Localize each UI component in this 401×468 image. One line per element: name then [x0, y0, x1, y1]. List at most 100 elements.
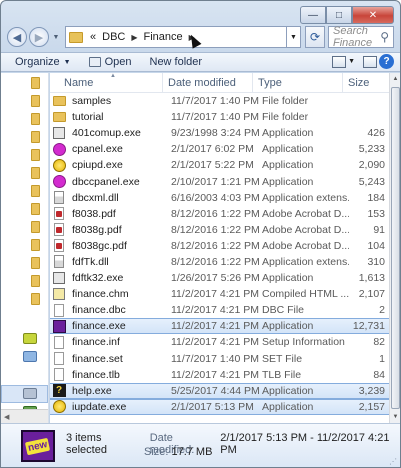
- folder-icon[interactable]: [31, 185, 40, 197]
- file-size: 2: [379, 304, 385, 317]
- open-label: Open: [104, 56, 132, 68]
- folder-icon[interactable]: [31, 203, 40, 215]
- file-row[interactable]: ? help.exe 5/25/2017 4:44 PM Application 3,2…: [50, 382, 389, 399]
- close-button[interactable]: ✕: [352, 6, 394, 24]
- file-name: 401comup.exe: [72, 127, 141, 140]
- column-header-row: ▲ Name Date modified Type Size: [50, 73, 389, 93]
- new-folder-button[interactable]: New folder: [150, 56, 203, 68]
- refresh-button[interactable]: ⟳: [305, 26, 325, 48]
- folder-icon[interactable]: [31, 221, 40, 233]
- breadcrumb-overflow[interactable]: «: [87, 31, 99, 43]
- breadcrumb-dbc[interactable]: DBC: [99, 31, 128, 43]
- back-button[interactable]: ◀: [7, 27, 27, 47]
- column-size-label: Size: [348, 76, 370, 89]
- folder-icon[interactable]: [31, 95, 40, 107]
- forward-button[interactable]: ▶: [29, 27, 49, 47]
- preview-pane-icon[interactable]: [363, 55, 377, 68]
- address-bar[interactable]: « DBC ▶ Finance ▶: [65, 26, 287, 48]
- resize-grip-icon[interactable]: ⋰: [389, 457, 397, 466]
- folder-icon[interactable]: [31, 77, 40, 89]
- file-size: 153: [367, 207, 385, 220]
- folder-icon[interactable]: [31, 293, 40, 305]
- folder-icon[interactable]: [31, 257, 40, 269]
- file-row[interactable]: finance.inf 11/2/2017 4:21 PM Setup Inform…: [50, 334, 389, 350]
- folder-icon[interactable]: [31, 167, 40, 179]
- file-row[interactable]: f8038.pdf 8/12/2016 1:22 PM Adobe Acrobat …: [50, 206, 389, 222]
- file-row[interactable]: f8038g.pdf 8/12/2016 1:22 PM Adobe Acrobat…: [50, 222, 389, 238]
- file-name: dbcxml.dll: [72, 191, 119, 204]
- address-dropdown[interactable]: ▼: [287, 26, 301, 48]
- search-input[interactable]: Search Finance ⚲: [328, 25, 394, 49]
- file-type: Application extens...: [262, 191, 349, 204]
- file-row[interactable]: samples 11/7/2017 1:40 PM File folder: [50, 93, 389, 109]
- file-name: tutorial: [72, 111, 104, 124]
- file-date: 11/2/2017 4:21 PM: [171, 288, 259, 301]
- file-row[interactable]: finance.set 11/7/2017 1:40 PM SET File 1: [50, 351, 389, 367]
- folder-icon[interactable]: [31, 113, 40, 125]
- file-row[interactable]: f8038gc.pdf 8/12/2016 1:22 PM Adobe Acroba…: [50, 238, 389, 254]
- file-type: Setup Information: [262, 336, 345, 349]
- file-size: 310: [367, 255, 385, 268]
- folder-icon[interactable]: [31, 149, 40, 161]
- file-type: Application: [262, 384, 314, 397]
- column-date-modified[interactable]: Date modified: [163, 73, 253, 92]
- file-name: f8038gc.pdf: [72, 239, 127, 252]
- file-size: 1,613: [358, 272, 385, 285]
- change-view-icon[interactable]: [332, 55, 347, 68]
- libraries-icon[interactable]: [23, 333, 37, 344]
- file-type: Application: [262, 320, 314, 333]
- column-type[interactable]: Type: [253, 73, 343, 92]
- file-name: fdfTk.dll: [72, 255, 109, 268]
- document-icon: [52, 352, 66, 366]
- file-row[interactable]: finance.exe 11/2/2017 4:21 PM Application 1…: [50, 318, 389, 335]
- maximize-button[interactable]: □: [326, 6, 352, 24]
- column-name[interactable]: Name: [50, 73, 163, 92]
- minimize-button[interactable]: —: [300, 6, 326, 24]
- file-row[interactable]: finance.tlb 11/2/2017 4:21 PM TLB File 84: [50, 367, 389, 383]
- file-row[interactable]: finance.dbc 11/2/2017 4:21 PM DBC File 2: [50, 302, 389, 318]
- icon-badge-text: new: [25, 437, 51, 455]
- folder-icon: [52, 111, 66, 124]
- file-size: 91: [373, 223, 385, 236]
- details-pane: new 3 items selected Date modified: 2/1/…: [1, 423, 400, 467]
- navigation-pane[interactable]: ◀: [1, 73, 49, 423]
- scroll-down-icon[interactable]: ▼: [390, 411, 400, 423]
- file-type: Adobe Acrobat D...: [262, 223, 349, 236]
- date-modified-value: 2/1/2017 5:13 PM - 11/2/2017 4:21 PM: [220, 432, 390, 456]
- file-row[interactable]: tutorial 11/7/2017 1:40 PM File folder: [50, 109, 389, 125]
- view-options-dropdown[interactable]: ▼: [348, 58, 355, 65]
- file-row[interactable]: finance.chm 11/2/2017 4:21 PM Compiled HTM…: [50, 286, 389, 302]
- organize-button[interactable]: Organize ▼: [15, 56, 71, 68]
- file-row[interactable]: fdftk32.exe 1/26/2017 5:26 PM Application 1…: [50, 270, 389, 286]
- scroll-thumb[interactable]: [391, 87, 400, 409]
- chevron-left-icon[interactable]: ◀: [4, 413, 9, 421]
- column-size[interactable]: Size: [343, 73, 389, 92]
- folder-icon[interactable]: [31, 239, 40, 251]
- file-type: Adobe Acrobat D...: [262, 207, 349, 220]
- computer-icon[interactable]: [23, 351, 37, 362]
- vertical-scrollbar[interactable]: ▲ ▼: [389, 73, 400, 423]
- file-date: 11/2/2017 4:21 PM: [171, 336, 259, 349]
- file-row[interactable]: dbccpanel.exe 2/10/2017 1:21 PM Applicatio…: [50, 173, 389, 189]
- breadcrumb-finance[interactable]: Finance: [141, 31, 186, 43]
- folder-icon[interactable]: [31, 275, 40, 287]
- file-date: 11/2/2017 4:21 PM: [171, 320, 259, 333]
- file-date: 11/7/2017 1:40 PM: [171, 352, 259, 365]
- file-name: fdftk32.exe: [72, 272, 124, 285]
- scroll-up-icon[interactable]: ▲: [390, 73, 400, 85]
- new-app-icon: [52, 319, 66, 333]
- chevron-right-icon[interactable]: ▶: [128, 33, 140, 42]
- file-row[interactable]: dbcxml.dll 6/16/2003 4:03 PM Application e…: [50, 190, 389, 206]
- nav-horizontal-scrollbar[interactable]: ◀: [1, 409, 48, 423]
- file-date: 11/2/2017 4:21 PM: [171, 368, 259, 381]
- open-button[interactable]: Open: [88, 56, 132, 68]
- help-icon[interactable]: ?: [379, 54, 394, 69]
- file-row[interactable]: cpiupd.exe 2/1/2017 5:22 PM Application 2,0…: [50, 157, 389, 173]
- recent-pages-dropdown[interactable]: ▼: [51, 34, 61, 41]
- file-row[interactable]: fdfTk.dll 8/12/2016 1:22 PM Application ex…: [50, 254, 389, 270]
- file-row[interactable]: iupdate.exe 2/1/2017 5:13 PM Application 2,…: [50, 398, 389, 415]
- folder-icon[interactable]: [31, 131, 40, 143]
- size-label: Size:: [144, 446, 169, 458]
- file-row[interactable]: 401comup.exe 9/23/1998 3:24 PM Application…: [50, 125, 389, 141]
- file-row[interactable]: cpanel.exe 2/1/2017 6:02 PM Application 5,2…: [50, 141, 389, 157]
